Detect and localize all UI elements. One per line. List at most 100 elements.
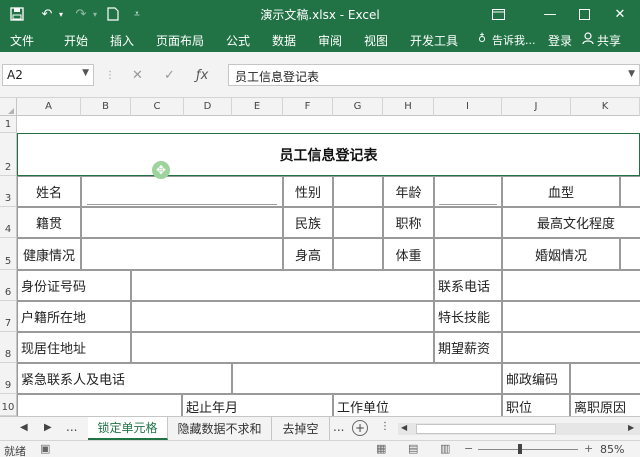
save-icon[interactable] xyxy=(8,5,26,23)
row-header[interactable]: 9 xyxy=(0,363,17,394)
input-household[interactable] xyxy=(131,301,434,332)
hscroll-left-icon[interactable]: ◀ xyxy=(401,423,407,432)
customize-icon[interactable]: ⩡ xyxy=(128,5,146,23)
label-education[interactable]: 最高文化程度 xyxy=(502,207,640,238)
row-header[interactable]: 7 xyxy=(0,301,17,332)
label-blood-type[interactable]: 血型 xyxy=(502,176,620,207)
label-residence[interactable]: 现居住地址 xyxy=(17,332,131,363)
scroll-left-icon[interactable]: ◀ xyxy=(20,422,28,433)
page-break-view-icon[interactable]: ▥ xyxy=(440,442,450,455)
input-name[interactable] xyxy=(81,176,283,207)
column-header[interactable]: A xyxy=(17,98,81,116)
input-blood-type[interactable] xyxy=(620,176,640,207)
scroll-right-icon[interactable]: ▶ xyxy=(44,422,52,433)
input-native-place[interactable] xyxy=(81,207,283,238)
tab-data[interactable]: 数据 xyxy=(272,32,296,49)
input-age[interactable] xyxy=(434,176,502,207)
input-weight[interactable] xyxy=(434,238,502,270)
cancel-entry-icon[interactable]: ✕ xyxy=(132,68,143,83)
tab-file[interactable]: 文件 xyxy=(10,32,34,49)
more-sheets-left[interactable]: ... xyxy=(66,420,77,434)
label-expected-salary[interactable]: 期望薪资 xyxy=(434,332,502,363)
label-phone[interactable]: 联系电话 xyxy=(434,270,502,301)
label-health[interactable]: 健康情况 xyxy=(17,238,81,270)
form-title-cell[interactable]: 员工信息登记表 xyxy=(17,133,640,176)
more-sheets-right[interactable]: ... xyxy=(333,420,344,434)
macro-record-icon[interactable]: ▣ xyxy=(40,442,50,455)
login-link[interactable]: 登录 xyxy=(548,32,572,49)
tab-page-layout[interactable]: 页面布局 xyxy=(156,32,204,49)
close-icon[interactable]: ✕ xyxy=(610,4,630,24)
label-emergency-contact[interactable]: 紧急联系人及电话 xyxy=(17,363,232,394)
label-age[interactable]: 年龄 xyxy=(383,176,434,207)
label-skills[interactable]: 特长技能 xyxy=(434,301,502,332)
row-header[interactable]: 6 xyxy=(0,270,17,301)
input-marriage[interactable] xyxy=(620,238,640,270)
column-header[interactable]: I xyxy=(434,98,502,116)
label-postcode[interactable]: 邮政编码 xyxy=(502,363,570,394)
tab-home[interactable]: 开始 xyxy=(64,32,88,49)
label-weight[interactable]: 体重 xyxy=(383,238,434,270)
column-header[interactable]: K xyxy=(571,98,640,116)
sheet-tab-lock-cells[interactable]: 锁定单元格 xyxy=(88,417,168,440)
row10-blank[interactable] xyxy=(17,394,182,416)
select-all-corner[interactable] xyxy=(0,98,17,116)
label-employer[interactable]: 工作单位 xyxy=(333,394,502,416)
tab-insert[interactable]: 插入 xyxy=(110,32,134,49)
input-phone[interactable] xyxy=(502,270,640,301)
column-header[interactable]: J xyxy=(502,98,571,116)
column-header[interactable]: G xyxy=(333,98,383,116)
tab-review[interactable]: 审阅 xyxy=(318,32,342,49)
page-layout-view-icon[interactable]: ▤ xyxy=(408,442,418,455)
input-id-number[interactable] xyxy=(131,270,434,301)
chevron-down-icon[interactable]: ▼ xyxy=(82,68,89,78)
label-id-number[interactable]: 身份证号码 xyxy=(17,270,131,301)
column-header[interactable]: D xyxy=(184,98,232,116)
insert-function-icon[interactable]: ƒx xyxy=(196,68,208,83)
confirm-entry-icon[interactable]: ✓ xyxy=(164,68,175,83)
column-header[interactable]: B xyxy=(81,98,131,116)
hscroll-thumb[interactable] xyxy=(416,424,556,434)
label-height[interactable]: 身高 xyxy=(283,238,333,270)
tell-me-search[interactable]: 告诉我... xyxy=(492,32,536,48)
input-skills[interactable] xyxy=(502,301,640,332)
redo-dropdown-icon[interactable]: ▾ xyxy=(86,5,104,23)
tab-formulas[interactable]: 公式 xyxy=(226,32,250,49)
maximize-icon[interactable] xyxy=(574,4,594,24)
label-position[interactable]: 职位 xyxy=(502,394,570,416)
row-header[interactable]: 2 xyxy=(0,133,17,176)
zoom-out-icon[interactable]: − xyxy=(464,442,473,455)
row-header[interactable]: 4 xyxy=(0,207,17,238)
zoom-slider[interactable] xyxy=(478,449,578,450)
ribbon-display-icon[interactable] xyxy=(488,4,508,24)
row-header[interactable]: 8 xyxy=(0,332,17,363)
zoom-slider-knob[interactable] xyxy=(518,444,522,454)
column-header[interactable]: E xyxy=(232,98,283,116)
label-marriage[interactable]: 婚姻情况 xyxy=(502,238,620,270)
tab-view[interactable]: 视图 xyxy=(364,32,388,49)
label-period[interactable]: 起止年月 xyxy=(182,394,333,416)
formula-input[interactable]: 员工信息登记表 ▼ xyxy=(228,64,640,86)
worksheet-grid[interactable]: 员工信息登记表 姓名 性别 年龄 血型 籍贯 民族 职称 最高文化程度 健康情况… xyxy=(17,116,640,416)
sheet-tab-remove-blank[interactable]: 去掉空 xyxy=(272,417,330,440)
undo-dropdown-icon[interactable]: ▾ xyxy=(52,5,70,23)
normal-view-icon[interactable]: ▦ xyxy=(376,442,386,455)
tab-splitter-icon[interactable]: ⋮ xyxy=(380,421,390,432)
add-sheet-icon[interactable]: + xyxy=(352,420,368,436)
row-header[interactable]: 1 xyxy=(0,116,17,133)
input-postcode[interactable] xyxy=(570,363,640,394)
column-header[interactable]: F xyxy=(283,98,333,116)
input-ethnicity[interactable] xyxy=(333,207,383,238)
zoom-in-icon[interactable]: + xyxy=(584,442,593,455)
label-leave-reason[interactable]: 离职原因 xyxy=(570,394,640,416)
expand-formula-icon[interactable]: ▼ xyxy=(628,69,635,79)
label-native-place[interactable]: 籍贯 xyxy=(17,207,81,238)
input-height[interactable] xyxy=(333,238,383,270)
input-health[interactable] xyxy=(81,238,283,270)
formula-bar-grip-icon[interactable]: ⋮ xyxy=(105,70,115,81)
name-box[interactable]: A2 ▼ xyxy=(2,64,94,86)
row-header[interactable]: 3 xyxy=(0,176,17,207)
label-household[interactable]: 户籍所在地 xyxy=(17,301,131,332)
minimize-icon[interactable]: — xyxy=(540,4,560,24)
tab-developer[interactable]: 开发工具 xyxy=(410,32,458,49)
